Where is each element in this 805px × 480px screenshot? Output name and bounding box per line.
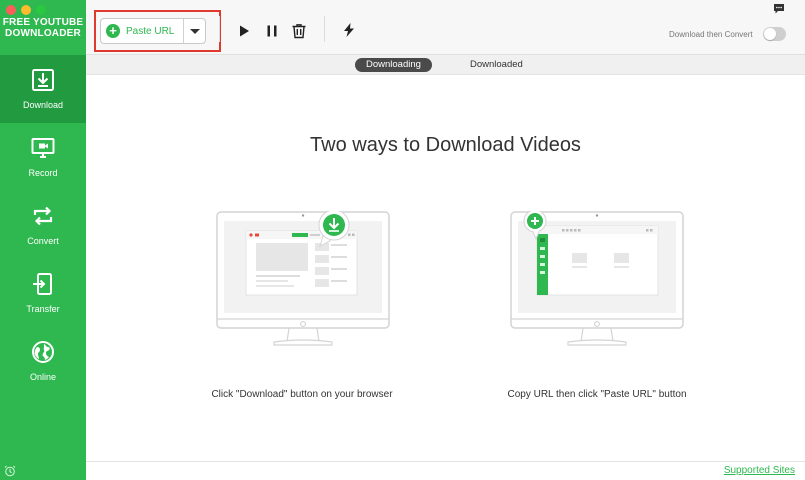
main-content: Two ways to Download Videos Click "Downl… [86, 76, 805, 461]
sidebar-item-convert[interactable]: Convert [0, 191, 86, 259]
chat-icon[interactable] [773, 3, 785, 15]
tab-bar: Downloading Downloaded [86, 55, 805, 75]
supported-sites-link[interactable]: Supported Sites [724, 465, 795, 476]
page-title: Two ways to Download Videos [310, 134, 581, 156]
paste-url-main[interactable]: + Paste URL [101, 19, 183, 43]
tab-downloaded[interactable]: Downloaded [459, 58, 534, 72]
logo-line-2: DOWNLOADER [5, 28, 81, 39]
lightning-icon[interactable] [341, 22, 357, 38]
app-logo: FREE YOUTUBE DOWNLOADER [0, 17, 86, 39]
download-icon [32, 69, 54, 91]
sidebar: FREE YOUTUBE DOWNLOADER Download Record … [0, 0, 86, 480]
window-controls [6, 5, 46, 15]
footer: Supported Sites [86, 461, 805, 480]
sidebar-item-transfer[interactable]: Transfer [0, 259, 86, 327]
toolbar: + Paste URL Download then Convert [86, 0, 805, 55]
sidebar-item-download[interactable]: Download [0, 55, 86, 123]
download-then-convert-toggle[interactable] [763, 27, 786, 41]
sidebar-item-label: Transfer [26, 304, 60, 314]
play-icon[interactable] [236, 23, 252, 39]
plus-circle-icon: + [106, 24, 120, 38]
toolbar-separator [219, 16, 220, 42]
toolbar-separator [324, 16, 325, 42]
paste-url-button[interactable]: + Paste URL [100, 18, 206, 44]
maximize-window-button[interactable] [36, 5, 46, 15]
paste-url-illustration [510, 211, 684, 351]
sidebar-item-label: Download [22, 100, 64, 110]
way2-caption: Copy URL then click "Paste URL" button [507, 389, 687, 400]
convert-icon [33, 206, 53, 226]
pause-icon[interactable] [264, 23, 280, 39]
transfer-icon [33, 273, 52, 295]
monitor-record-icon [31, 138, 55, 158]
close-window-button[interactable] [6, 5, 16, 15]
sidebar-item-label: Convert [27, 236, 59, 246]
sidebar-item-record[interactable]: Record [0, 123, 86, 191]
browser-download-illustration [216, 211, 390, 351]
tab-downloading[interactable]: Downloading [355, 58, 432, 72]
monitor-browser-illustration [216, 211, 390, 346]
logo-line-1: FREE YOUTUBE [2, 17, 84, 28]
sidebar-item-label: Online [29, 372, 56, 382]
paste-url-label: Paste URL [126, 25, 175, 37]
download-then-convert-label: Download then Convert [669, 30, 753, 39]
paste-url-dropdown[interactable] [183, 19, 205, 43]
way1-caption: Click "Download" button on your browser [211, 389, 393, 400]
trash-icon[interactable] [291, 23, 307, 39]
monitor-app-illustration [510, 211, 684, 346]
alarm-clock-icon[interactable] [4, 465, 16, 477]
caret-down-icon [189, 28, 200, 34]
globe-icon [32, 341, 54, 363]
sidebar-item-label: Record [28, 168, 58, 178]
minimize-window-button[interactable] [21, 5, 31, 15]
sidebar-item-online[interactable]: Online [0, 327, 86, 395]
